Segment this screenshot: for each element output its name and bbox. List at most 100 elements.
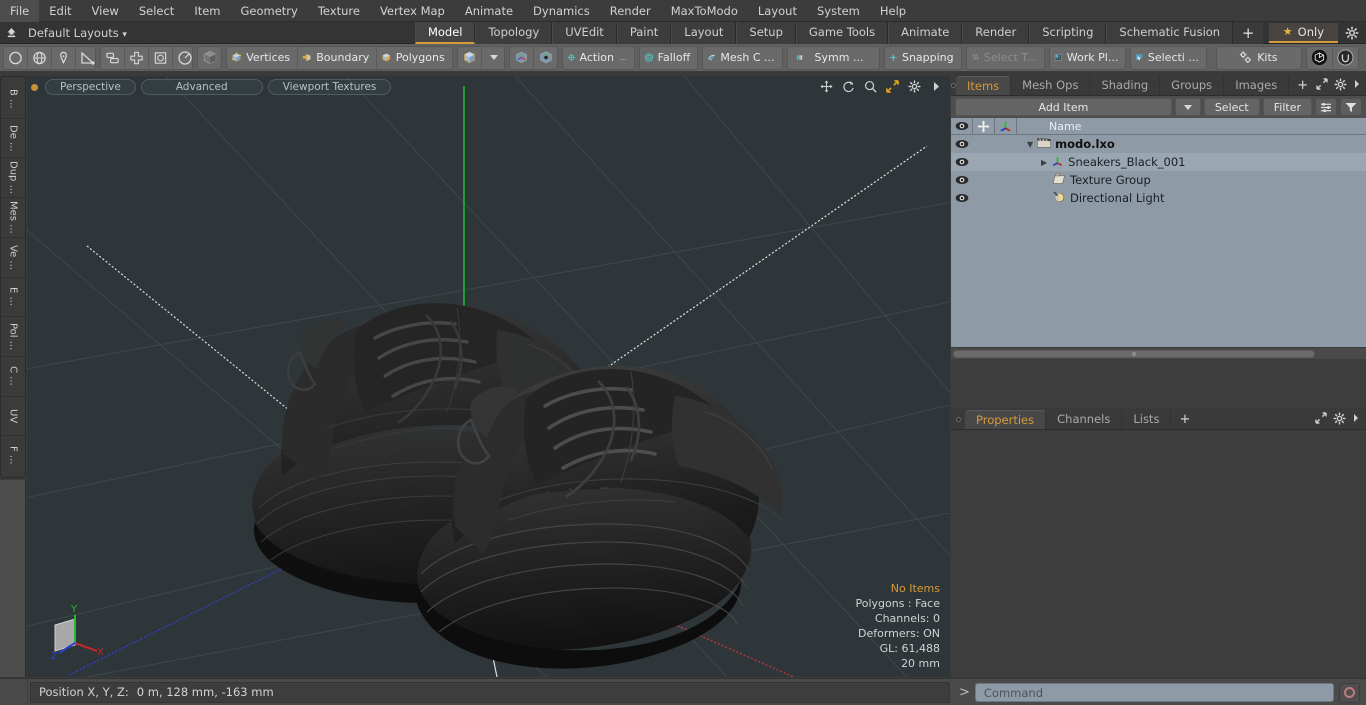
items-horizontal-scrollbar[interactable] <box>951 347 1366 359</box>
left-tab-vertex[interactable]: Ve ... <box>1 238 25 278</box>
eye-icon[interactable] <box>951 135 973 153</box>
tab-animate[interactable]: Animate <box>888 21 963 44</box>
lock-move-cell[interactable] <box>973 135 995 153</box>
eye-icon[interactable] <box>951 153 973 171</box>
eye-icon[interactable] <box>951 171 973 189</box>
gear-icon[interactable] <box>907 79 922 94</box>
list-options-icon[interactable] <box>1315 98 1337 116</box>
menu-item-animate[interactable]: Animate <box>455 0 523 22</box>
falloff-button[interactable]: Falloff <box>640 47 698 69</box>
selection-set-button[interactable]: Selecti ... <box>1131 47 1206 69</box>
menu-item-geometry[interactable]: Geometry <box>231 0 308 22</box>
lock-move-cell[interactable] <box>973 171 995 189</box>
tab-lists[interactable]: Lists <box>1122 410 1172 429</box>
tab-items[interactable]: Items <box>956 76 1012 95</box>
expand-icon[interactable] <box>1315 412 1327 427</box>
item-name-cell[interactable]: ▶ Sneakers_Black_001 <box>1017 155 1366 170</box>
menu-item-file[interactable]: File <box>0 0 40 22</box>
item-mode-dropdown[interactable] <box>482 47 504 69</box>
axis-cell[interactable] <box>995 171 1017 189</box>
tab-images[interactable]: Images <box>1224 76 1290 95</box>
scrollbar-thumb[interactable] <box>953 349 1315 358</box>
item-name-cell[interactable]: ▼ modo.lxo <box>1017 137 1366 151</box>
curve-icon[interactable] <box>76 47 95 69</box>
expander-icon[interactable]: ▼ <box>1027 140 1033 149</box>
left-tab-deform[interactable]: De ... <box>1 119 25 159</box>
table-row[interactable]: ▼ modo.lxo <box>951 135 1366 153</box>
zoom-icon[interactable] <box>863 79 878 94</box>
item-name-cell[interactable]: Directional Light <box>1017 190 1366 206</box>
chevron-right-icon[interactable] <box>1353 79 1361 92</box>
mirror-icon[interactable] <box>101 46 126 69</box>
select-button[interactable]: Select <box>1203 98 1260 116</box>
symmetry-button[interactable]: Symm ... <box>788 47 880 69</box>
left-tab-polygon[interactable]: Pol ... <box>1 317 25 357</box>
left-tab-basic[interactable]: B ... <box>1 79 25 119</box>
symmetry-cross-icon[interactable] <box>125 46 150 69</box>
polygons-mode-button[interactable]: Polygons <box>377 47 451 69</box>
lock-move-cell[interactable] <box>973 153 995 171</box>
add-item-dropdown[interactable] <box>1174 98 1201 116</box>
expand-icon[interactable] <box>1316 78 1328 93</box>
axis-cell[interactable] <box>995 135 1017 153</box>
left-tab-uv[interactable]: UV <box>1 397 25 437</box>
item-cube-icon[interactable] <box>198 47 221 69</box>
funnel-icon[interactable] <box>1340 98 1362 116</box>
home-up-icon[interactable] <box>0 22 22 44</box>
add-panel-tab-button[interactable]: + <box>1289 76 1316 95</box>
menu-item-view[interactable]: View <box>82 0 129 22</box>
record-circle-icon[interactable] <box>1339 682 1360 703</box>
tab-scripting[interactable]: Scripting <box>1029 21 1107 44</box>
snapping-button[interactable]: Snapping <box>885 47 960 69</box>
tab-topology[interactable]: Topology <box>475 21 553 44</box>
tab-paint[interactable]: Paint <box>616 21 672 44</box>
modo-ball-icon[interactable] <box>1307 46 1334 69</box>
left-tab-edge[interactable]: E ... <box>1 278 25 318</box>
filter-button[interactable]: Filter <box>1262 98 1312 116</box>
chevron-right-icon[interactable] <box>1352 413 1360 426</box>
tab-uvedit[interactable]: UVEdit <box>552 21 617 44</box>
axis-snap-icon[interactable] <box>510 46 534 69</box>
tab-model[interactable]: Model <box>414 21 476 44</box>
tab-mesh-ops[interactable]: Mesh Ops <box>1011 76 1091 95</box>
menu-item-edit[interactable]: Edit <box>39 0 81 22</box>
tab-render[interactable]: Render <box>962 21 1030 44</box>
add-item-button[interactable]: Add Item <box>955 98 1172 116</box>
menu-item-dynamics[interactable]: Dynamics <box>523 0 600 22</box>
axis-cell[interactable] <box>995 189 1017 207</box>
unreal-icon[interactable] <box>1333 47 1358 69</box>
menu-item-render[interactable]: Render <box>600 0 661 22</box>
eye-icon[interactable] <box>951 189 973 207</box>
item-mode-cube-icon[interactable] <box>458 46 482 69</box>
viewport-perspective-selector[interactable]: Perspective <box>45 79 136 95</box>
left-tab-fusion[interactable]: F ... <box>1 436 25 475</box>
center-box-icon[interactable] <box>149 46 174 69</box>
vertices-mode-button[interactable]: Vertices <box>227 46 299 69</box>
viewport-shading-selector[interactable]: Advanced <box>140 79 263 95</box>
menu-item-select[interactable]: Select <box>129 0 184 22</box>
tab-groups[interactable]: Groups <box>1160 76 1225 95</box>
tab-schematic-fusion[interactable]: Schematic Fusion <box>1106 21 1234 44</box>
fit-icon[interactable] <box>885 79 900 94</box>
left-tab-mesh-edit[interactable]: Mes ... <box>1 198 25 238</box>
only-toggle-button[interactable]: ★ Only <box>1268 22 1338 43</box>
menu-item-item[interactable]: Item <box>184 0 230 22</box>
axis-cell[interactable] <box>995 153 1017 171</box>
lock-move-cell[interactable] <box>973 189 995 207</box>
kits-button[interactable]: Kits <box>1217 47 1301 69</box>
tab-game-tools[interactable]: Game Tools <box>795 21 889 44</box>
table-row[interactable]: ▶ Sneakers_Black_001 <box>951 153 1366 171</box>
menu-item-vertex-map[interactable]: Vertex Map <box>370 0 455 22</box>
action-center-button[interactable]: Action ... <box>563 47 634 69</box>
left-tab-duplicate[interactable]: Dup ... <box>1 158 25 199</box>
add-tab-button[interactable]: + <box>1233 21 1264 44</box>
radial-icon[interactable] <box>173 47 192 69</box>
select-through-button[interactable]: Select T... <box>967 47 1045 69</box>
tab-setup[interactable]: Setup <box>736 21 796 44</box>
menu-item-texture[interactable]: Texture <box>308 0 370 22</box>
layout-selector[interactable]: Default Layouts ▾ <box>22 26 135 40</box>
viewport-textures-selector[interactable]: Viewport Textures <box>267 79 392 95</box>
expander-icon[interactable]: ▶ <box>1041 158 1047 167</box>
gear-icon[interactable] <box>1334 77 1347 94</box>
menu-item-system[interactable]: System <box>807 0 870 22</box>
